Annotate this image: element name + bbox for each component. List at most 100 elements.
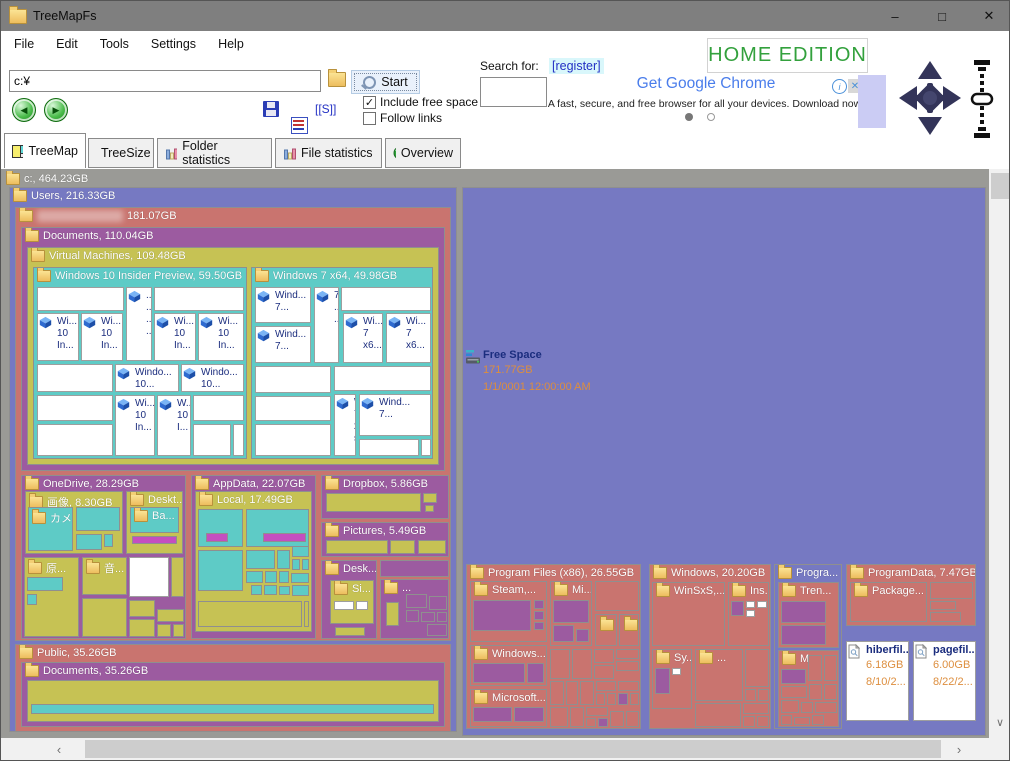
ad-title-link[interactable]: Get Google Chrome: [576, 75, 836, 93]
node-[interactable]: ...: [695, 649, 743, 701]
treemap-cell[interactable]: Windo... 10...: [181, 364, 244, 392]
include-free-space-checkbox[interactable]: ✓: [363, 96, 376, 109]
treemap-cell[interactable]: [233, 424, 244, 456]
report-icon[interactable]: [291, 117, 308, 134]
treemap-cell[interactable]: [815, 702, 837, 713]
treemap-cell[interactable]: [580, 681, 594, 705]
treemap-cell[interactable]: [255, 366, 331, 393]
treemap-cell[interactable]: [31, 704, 434, 714]
node-hiberfil[interactable]: hiberfil... 6.18GB 8/10/2...: [846, 641, 909, 721]
treemap-cell[interactable]: [292, 585, 309, 596]
treemap-cell[interactable]: [265, 571, 277, 583]
tab-folder-statistics[interactable]: Folder statistics: [157, 138, 272, 168]
treemap-cell[interactable]: [534, 600, 544, 609]
treemap-cell[interactable]: [781, 686, 807, 698]
treemap-cell[interactable]: [801, 702, 813, 713]
treemap-cell[interactable]: [743, 703, 769, 714]
treemap-cell[interactable]: [781, 625, 826, 645]
treemap-cell[interactable]: [930, 582, 973, 599]
save-icon[interactable]: [263, 101, 279, 117]
treemap-cell[interactable]: [812, 715, 824, 725]
treemap-cell[interactable]: [334, 366, 431, 391]
node-package[interactable]: Package...: [850, 582, 927, 622]
treemap-cell[interactable]: [594, 665, 614, 679]
browse-folder-button[interactable]: [328, 69, 346, 92]
treemap-cell[interactable]: [743, 716, 755, 727]
treemap-cell[interactable]: [406, 610, 419, 622]
treemap-cell[interactable]: [76, 534, 102, 550]
treemap-cell[interactable]: [334, 601, 354, 610]
scroll-left-icon[interactable]: ‹: [45, 738, 73, 760]
treemap-cell[interactable]: Wi... 7 x6...: [386, 313, 431, 363]
treemap-cell[interactable]: [82, 598, 127, 637]
treemap-cell[interactable]: [418, 540, 446, 554]
treemap-cell[interactable]: [157, 609, 184, 622]
treemap-cell[interactable]: [630, 693, 639, 705]
treemap-cell[interactable]: [129, 600, 155, 617]
treemap-cell[interactable]: [356, 601, 368, 610]
save-shortcut-label[interactable]: [[S]]: [315, 102, 336, 116]
scroll-down-icon[interactable]: ∨: [989, 712, 1009, 732]
treemap-cell[interactable]: [594, 649, 614, 663]
treemap-cell[interactable]: [27, 594, 37, 605]
scroll-right-icon[interactable]: ›: [945, 738, 973, 760]
back-button[interactable]: ◀: [12, 98, 36, 122]
treemap-cell[interactable]: [279, 586, 290, 595]
treemap-cell[interactable]: [550, 707, 568, 727]
treemap-cell[interactable]: [757, 601, 767, 608]
treemap-cell[interactable]: [37, 395, 113, 421]
treemap-cell[interactable]: [618, 693, 628, 705]
treemap-cell[interactable]: Wind... 7...: [255, 326, 311, 363]
maximize-button[interactable]: □: [920, 1, 964, 31]
treemap-cell[interactable]: Windo... 10...: [115, 364, 179, 392]
treemap-cell[interactable]: [514, 707, 544, 722]
treemap-cell[interactable]: [576, 629, 589, 642]
treemap-cell[interactable]: [425, 505, 434, 512]
treemap-cell[interactable]: [731, 601, 744, 616]
pan-control[interactable]: [893, 57, 967, 139]
treemap-cell[interactable]: [406, 594, 427, 608]
menu-settings[interactable]: Settings: [140, 33, 207, 55]
treemap-cell[interactable]: [550, 649, 570, 679]
tab-file-statistics[interactable]: File statistics: [275, 138, 382, 168]
treemap-cell[interactable]: [746, 610, 755, 617]
minimize-button[interactable]: –: [873, 1, 917, 31]
treemap-cell[interactable]: [824, 655, 837, 681]
treemap-cell[interactable]: [527, 663, 544, 683]
treemap-cell[interactable]: [473, 663, 525, 683]
treemap-cell[interactable]: ............: [126, 287, 152, 361]
treemap-cell[interactable]: [757, 716, 769, 727]
treemap-cell[interactable]: [553, 625, 574, 642]
treemap-cell[interactable]: [626, 711, 639, 727]
treemap-cell[interactable]: Wi... 10 In...: [115, 395, 155, 456]
treemap-cell[interactable]: [808, 655, 822, 681]
treemap-cell[interactable]: [76, 507, 120, 531]
treemap-cell[interactable]: [781, 669, 806, 684]
tab-treesize[interactable]: TreeSize: [88, 138, 154, 168]
search-input[interactable]: [480, 77, 547, 107]
treemap-cell[interactable]: [421, 439, 431, 456]
node-ba[interactable]: Ba...: [130, 507, 179, 533]
treemap-cell[interactable]: [794, 717, 810, 725]
treemap-cell[interactable]: [255, 396, 331, 421]
treemap-cell[interactable]: [246, 550, 275, 569]
treemap-cell[interactable]: [157, 624, 171, 637]
treemap-cell[interactable]: [586, 707, 608, 716]
treemap-cell[interactable]: [292, 546, 309, 557]
treemap-cell[interactable]: [37, 364, 113, 392]
treemap-cell[interactable]: [595, 614, 617, 646]
treemap-cell[interactable]: [173, 624, 184, 637]
treemap-cell[interactable]: [745, 689, 756, 701]
treemap-cell[interactable]: [390, 540, 415, 554]
treemap-cell[interactable]: [27, 577, 63, 591]
zoom-slider[interactable]: [965, 57, 999, 141]
treemap-cell[interactable]: [263, 533, 306, 542]
treemap-cell[interactable]: [616, 661, 639, 671]
treemap-cell[interactable]: [206, 533, 228, 542]
vertical-scrollbar-thumb[interactable]: [991, 173, 1009, 199]
menu-help[interactable]: Help: [207, 33, 255, 55]
treemap-cell[interactable]: [596, 681, 616, 691]
treemap-cell[interactable]: [326, 540, 388, 554]
treemap-cell[interactable]: [745, 649, 769, 687]
treemap-cell[interactable]: [171, 557, 184, 597]
